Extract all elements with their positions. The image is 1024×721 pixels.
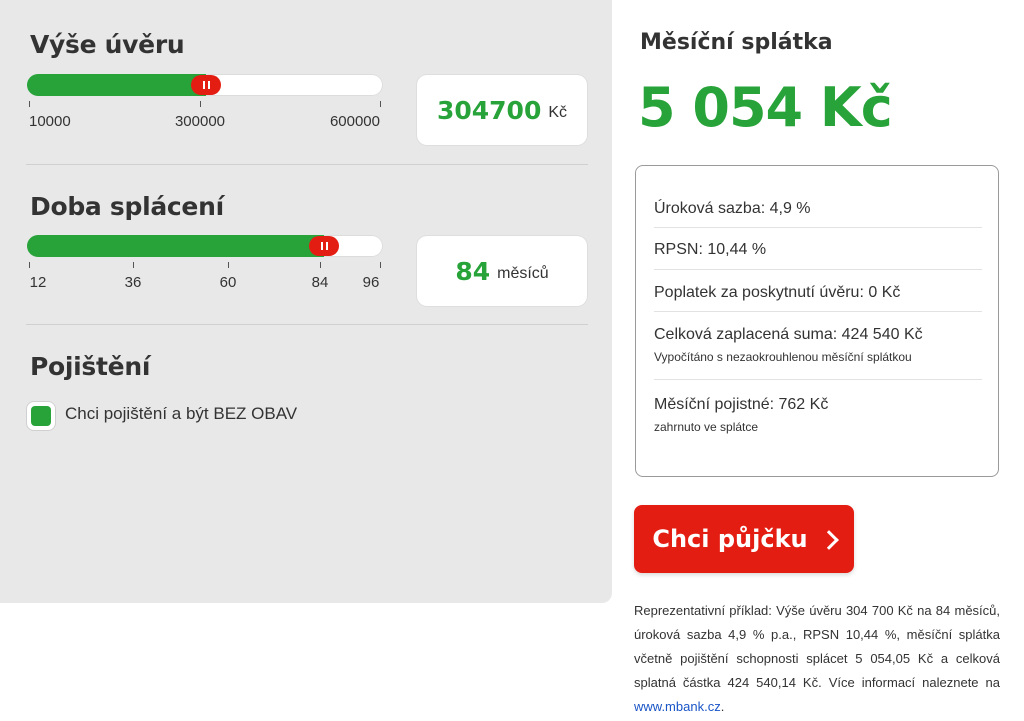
total-amount-row: Celková zaplacená suma: 424 540 Kč Vypoč…: [654, 311, 982, 380]
term-unit: měsíců: [497, 264, 549, 282]
loan-amount-input[interactable]: 304700 Kč: [417, 75, 587, 145]
loan-amount-title: Výše úvěru: [30, 30, 185, 59]
tick-label: 96: [362, 274, 380, 291]
monthly-payment-title: Měsíční splátka: [640, 30, 833, 55]
tick-label: 600000: [329, 113, 380, 130]
apr-row: RPSN: 10,44 %: [654, 227, 982, 270]
tick-label: 10000: [29, 113, 71, 130]
grip-bars-icon: [320, 242, 328, 250]
loan-amount-slider[interactable]: [27, 74, 383, 96]
insurance-premium: Měsíční pojistné: 762 Kč: [654, 396, 829, 413]
insurance-premium-row: Měsíční pojistné: 762 Kč zahrnuto ve spl…: [654, 379, 982, 449]
representative-example: Reprezentativní příklad: Výše úvěru 304 …: [634, 599, 1000, 719]
apply-loan-button[interactable]: Chci půjčku: [634, 505, 854, 573]
chevron-right-icon: [818, 529, 839, 550]
monthly-payment-amount: 5 054 Kč: [638, 76, 893, 139]
representative-example-suffix: .: [720, 699, 725, 714]
grip-bars-icon: [202, 81, 210, 89]
representative-example-text: Reprezentativní příklad: Výše úvěru 304 …: [634, 603, 1000, 690]
loan-details-box: Úroková sazba: 4,9 % RPSN: 10,44 % Popla…: [635, 165, 999, 477]
interest-rate: Úroková sazba: 4,9 %: [654, 200, 811, 217]
fee: Poplatek za poskytnutí úvěru: 0 Kč: [654, 284, 901, 301]
loan-amount-unit: Kč: [548, 103, 568, 121]
total-amount: Celková zaplacená suma: 424 540 Kč: [654, 326, 923, 343]
fee-row: Poplatek za poskytnutí úvěru: 0 Kč: [654, 269, 982, 312]
loan-amount-ticks: 10000 300000 600000: [27, 101, 383, 135]
tick-label: 84: [311, 274, 329, 291]
term-slider[interactable]: [27, 235, 383, 257]
loan-amount-slider-fill: [27, 74, 206, 96]
total-amount-note: Vypočítáno s nezaokrouhlenou měsíční spl…: [654, 350, 912, 364]
term-value: 84: [455, 256, 491, 286]
apply-loan-label: Chci půjčku: [652, 525, 808, 553]
loan-amount-slider-thumb[interactable]: [191, 75, 221, 95]
loan-amount-value: 304700: [436, 95, 542, 125]
insurance-title: Pojištění: [30, 352, 151, 381]
tick-label: 36: [124, 274, 142, 291]
term-slider-thumb[interactable]: [309, 236, 339, 256]
tick-label: 12: [29, 274, 47, 291]
apr: RPSN: 10,44 %: [654, 241, 767, 258]
insurance-checkbox-label[interactable]: Chci pojištění a být BEZ OBAV: [65, 404, 297, 424]
interest-rate-row: Úroková sazba: 4,9 %: [654, 191, 982, 228]
term-ticks: 12 36 60 84 96: [27, 262, 383, 296]
insurance-checkbox[interactable]: [27, 402, 55, 430]
term-title: Doba splácení: [30, 192, 224, 221]
divider: [26, 324, 588, 325]
tick-label: 60: [219, 274, 237, 291]
insurance-premium-note: zahrnuto ve splátce: [654, 420, 759, 434]
divider: [26, 164, 588, 165]
term-slider-fill: [27, 235, 324, 257]
checkmark-square-icon: [31, 406, 51, 426]
tick-label: 300000: [174, 113, 226, 130]
term-input[interactable]: 84 měsíců: [417, 236, 587, 306]
mbank-link[interactable]: www.mbank.cz: [634, 699, 721, 714]
